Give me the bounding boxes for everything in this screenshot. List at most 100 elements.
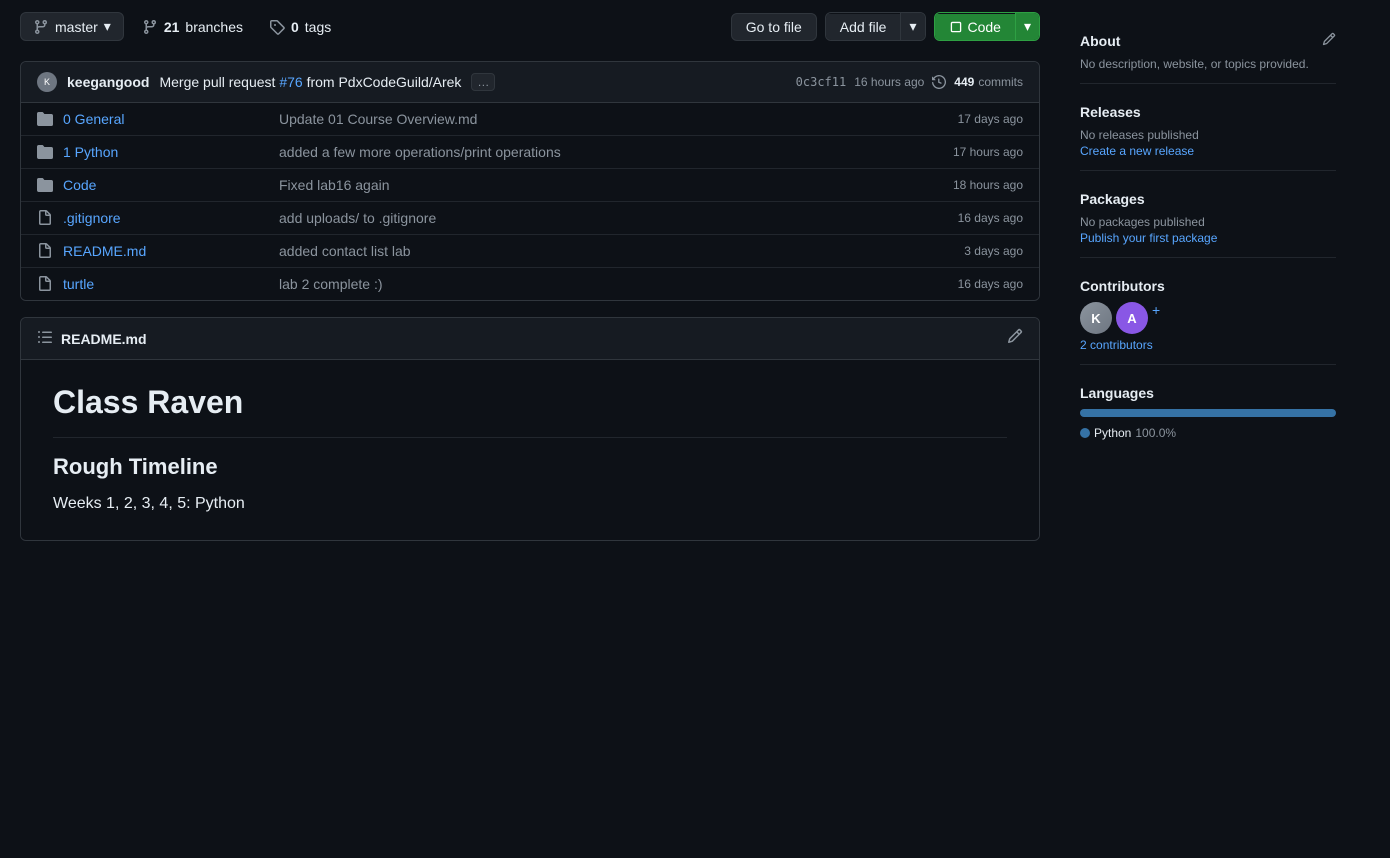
file-list: 0 General Update 01 Course Overview.md 1…	[21, 103, 1039, 300]
commit-meta: 0c3cf11 16 hours ago 449 commits	[796, 75, 1023, 89]
file-name-gitignore[interactable]: .gitignore	[63, 210, 263, 226]
sidebar-divider-1	[1080, 83, 1336, 84]
publish-package-link[interactable]: Publish your first package	[1080, 231, 1217, 245]
contributor-avatar-2[interactable]: A	[1116, 302, 1148, 334]
python-lang-dot	[1080, 428, 1090, 438]
tag-icon	[269, 19, 285, 35]
file-time-readme: 3 days ago	[913, 244, 1023, 258]
file-time-1-python: 17 hours ago	[913, 145, 1023, 159]
sidebar-divider-3	[1080, 257, 1336, 258]
file-name-0-general[interactable]: 0 General	[63, 111, 263, 127]
readme-title: README.md	[61, 331, 147, 347]
file-time-0-general: 17 days ago	[913, 112, 1023, 126]
tags-count: 0	[291, 19, 299, 35]
file-time-turtle: 16 days ago	[913, 277, 1023, 291]
add-file-dropdown-button[interactable]: ▾	[900, 13, 924, 40]
commit-author[interactable]: keegangood	[67, 74, 149, 90]
folder-icon	[37, 144, 53, 160]
commit-ellipsis[interactable]: …	[471, 73, 495, 91]
author-avatar[interactable]: K	[37, 72, 57, 92]
commit-row: K keegangood Merge pull request #76 from…	[21, 62, 1039, 103]
about-section: About No description, website, or topics…	[1080, 32, 1336, 71]
contributors-count: 2 contributors	[1080, 338, 1336, 352]
file-commit-1-python: added a few more operations/print operat…	[263, 144, 913, 160]
contributors-count-link[interactable]: 2 contributors	[1080, 338, 1153, 352]
right-sidebar: About No description, website, or topics…	[1060, 0, 1356, 858]
about-no-description: No description, website, or topics provi…	[1080, 57, 1336, 71]
commits-count[interactable]: 449 commits	[954, 75, 1023, 89]
commit-time: 16 hours ago	[854, 75, 924, 89]
file-row: Code Fixed lab16 again 18 hours ago	[21, 169, 1039, 202]
go-to-file-button[interactable]: Go to file	[731, 13, 817, 41]
releases-section: Releases No releases published Create a …	[1080, 104, 1336, 158]
file-commit-turtle: lab 2 complete :)	[263, 276, 913, 292]
toolbar-actions: Go to file Add file ▾ Code	[731, 12, 1040, 41]
commit-hash[interactable]: 0c3cf11	[796, 75, 847, 89]
contributors-header: Contributors	[1080, 278, 1336, 294]
branch-name: master	[55, 19, 98, 35]
file-row: 0 General Update 01 Course Overview.md 1…	[21, 103, 1039, 136]
commit-message: Merge pull request #76 from PdxCodeGuild…	[159, 74, 461, 90]
no-releases-text: No releases published	[1080, 128, 1336, 142]
branches-label: branches	[185, 19, 243, 35]
file-icon	[37, 276, 53, 292]
code-split-button: Code ▾	[934, 12, 1041, 41]
languages-bar	[1080, 409, 1336, 417]
readme-h1: Class Raven	[53, 384, 1007, 421]
sidebar-divider-4	[1080, 364, 1336, 365]
file-name-1-python[interactable]: 1 Python	[63, 144, 263, 160]
readme-h2: Rough Timeline	[53, 454, 1007, 480]
file-commit-readme: added contact list lab	[263, 243, 913, 259]
folder-icon	[37, 177, 53, 193]
add-file-split-button: Add file ▾	[825, 12, 926, 41]
releases-title: Releases	[1080, 104, 1141, 120]
readme-content: Class Raven Rough Timeline Weeks 1, 2, 3…	[21, 360, 1039, 540]
file-row: README.md added contact list lab 3 days …	[21, 235, 1039, 268]
about-header: About	[1080, 32, 1336, 49]
sidebar-right-panel: About No description, website, or topics…	[1080, 0, 1336, 444]
add-file-button[interactable]: Add file	[826, 14, 901, 40]
tags-label: tags	[305, 19, 331, 35]
file-name-code[interactable]: Code	[63, 177, 263, 193]
readme-divider	[53, 437, 1007, 438]
create-release-link[interactable]: Create a new release	[1080, 144, 1194, 158]
languages-title: Languages	[1080, 385, 1154, 401]
code-button[interactable]: Code	[935, 14, 1015, 40]
packages-section: Packages No packages published Publish y…	[1080, 191, 1336, 245]
pr-link[interactable]: #76	[279, 74, 302, 90]
readme-header: README.md	[21, 318, 1039, 360]
branches-link[interactable]: 21 branches	[134, 14, 251, 40]
python-lang-name: Python	[1094, 426, 1131, 440]
readme-paragraph: Weeks 1, 2, 3, 4, 5: Python	[53, 492, 1007, 516]
file-time-code: 18 hours ago	[913, 178, 1023, 192]
branch-selector[interactable]: master ▾	[20, 12, 124, 41]
contributors-title: Contributors	[1080, 278, 1165, 294]
file-row: 1 Python added a few more operations/pri…	[21, 136, 1039, 169]
contributor-avatar-1[interactable]: K	[1080, 302, 1112, 334]
about-edit-button[interactable]	[1322, 32, 1336, 49]
languages-list: Python 100.0%	[1080, 425, 1336, 444]
about-pencil-icon	[1322, 32, 1336, 46]
releases-header: Releases	[1080, 104, 1336, 120]
file-icon	[37, 210, 53, 226]
python-lang-item: Python 100.0%	[1080, 426, 1176, 440]
file-name-readme[interactable]: README.md	[63, 243, 263, 259]
code-dropdown-button[interactable]: ▾	[1015, 13, 1039, 40]
sidebar-divider-2	[1080, 170, 1336, 171]
file-row: .gitignore add uploads/ to .gitignore 16…	[21, 202, 1039, 235]
file-name-turtle[interactable]: turtle	[63, 276, 263, 292]
branch-dropdown-icon: ▾	[104, 18, 111, 35]
file-browser: K keegangood Merge pull request #76 from…	[20, 61, 1040, 301]
readme-list-icon	[37, 329, 53, 348]
readme-box: README.md Class Raven Rough Timeline Wee…	[20, 317, 1040, 541]
packages-title: Packages	[1080, 191, 1145, 207]
toolbar: master ▾ 21 branches 0 tags Go to file	[20, 0, 1040, 53]
languages-header: Languages	[1080, 385, 1336, 401]
file-commit-0-general: Update 01 Course Overview.md	[263, 111, 913, 127]
about-title: About	[1080, 33, 1120, 49]
python-lang-segment	[1080, 409, 1336, 417]
tags-link[interactable]: 0 tags	[261, 14, 339, 40]
readme-edit-button[interactable]	[1007, 328, 1023, 349]
contributors-plus: +	[1152, 302, 1160, 334]
file-icon	[37, 243, 53, 259]
